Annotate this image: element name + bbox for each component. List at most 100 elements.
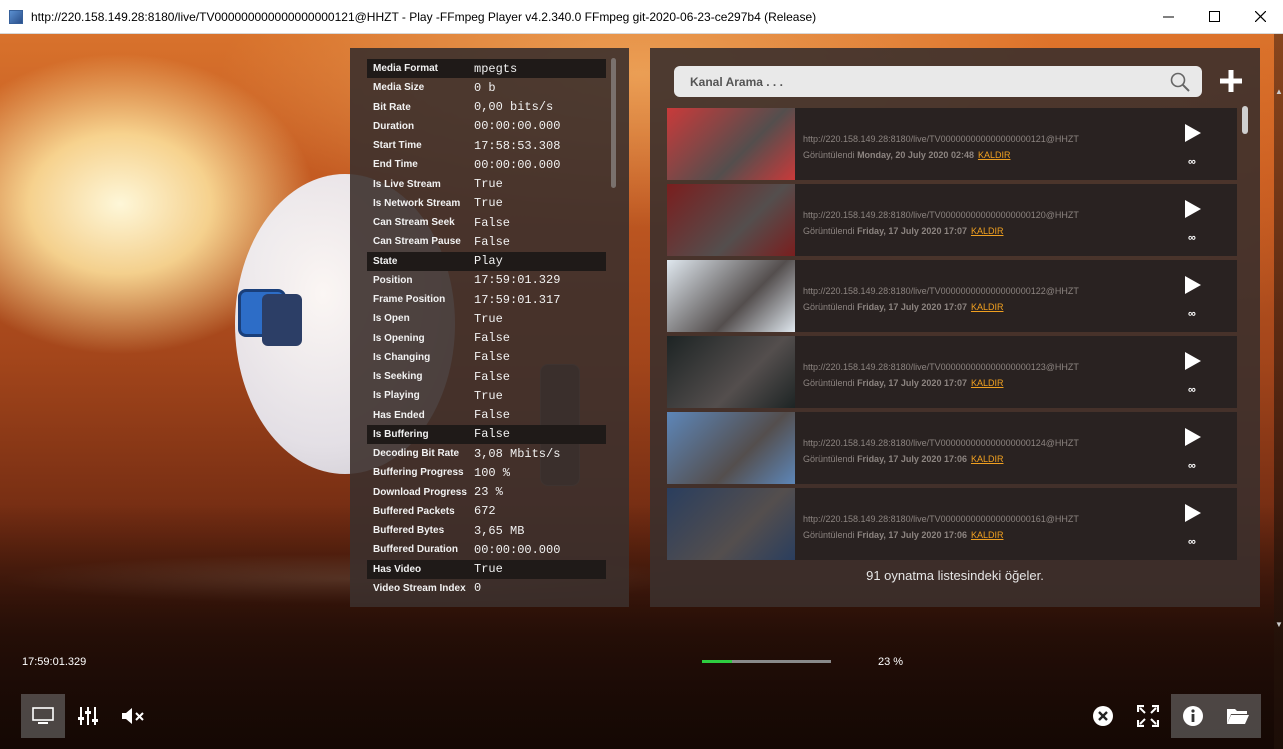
playlist-thumbnail[interactable] [667, 412, 795, 484]
info-label: Position [373, 274, 413, 286]
info-value: False [474, 369, 511, 384]
playlist-item-meta: Görüntülendi Friday, 17 July 2020 17:07 K… [803, 226, 1003, 236]
equalizer-button[interactable] [66, 694, 110, 738]
remove-link[interactable]: KALDIR [978, 150, 1011, 160]
info-row: Has Video True [367, 559, 606, 579]
play-icon[interactable] [1185, 428, 1201, 446]
info-label: Is Opening [373, 332, 425, 344]
info-row: Is Buffering False [367, 424, 606, 444]
info-label: Frame Position [373, 294, 446, 305]
play-icon[interactable] [1185, 352, 1201, 370]
info-row: Can Stream Seek False [367, 213, 606, 232]
info-value: True [474, 177, 503, 191]
playlist-item[interactable]: http://220.158.149.28:8180/live/TV000000… [667, 412, 1237, 484]
playlist-thumbnail[interactable] [667, 488, 795, 560]
minimize-icon [1162, 16, 1174, 18]
remove-link[interactable]: KALDIR [971, 454, 1004, 464]
info-row: Is Opening False [367, 329, 606, 348]
download-progress-label: 23 % [878, 656, 904, 668]
window-controls [1145, 0, 1283, 33]
scroll-up-arrow-icon[interactable]: ▲ [1275, 87, 1283, 96]
info-label: State [373, 255, 398, 267]
mute-icon [122, 708, 144, 724]
playlist-item-meta: Görüntülendi Friday, 17 July 2020 17:07 K… [803, 302, 1003, 312]
info-row: Can Stream Pause False [367, 232, 606, 251]
window-title: http://220.158.149.28:8180/live/TV000000… [31, 9, 817, 24]
playlist-thumbnail[interactable] [667, 260, 795, 332]
search-icon[interactable] [1170, 72, 1190, 92]
info-row: Buffered Duration 00:00:00.000 [367, 540, 606, 559]
remove-link[interactable]: KALDIR [971, 302, 1004, 312]
close-button[interactable] [1237, 0, 1283, 33]
playlist-scrollbar[interactable] [1242, 106, 1248, 134]
plus-icon[interactable] [1219, 69, 1243, 93]
info-row: Buffering Progress 100 % [367, 463, 606, 482]
playlist-item[interactable]: http://220.158.149.28:8180/live/TV000000… [667, 108, 1237, 180]
info-label: Media Format [373, 63, 439, 74]
info-label: Can Stream Seek [373, 217, 455, 228]
info-label: Is Seeking [373, 371, 423, 382]
info-value: 100 % [474, 465, 511, 480]
channel-search-input[interactable] [688, 73, 1162, 90]
info-label: Is Buffering [373, 428, 429, 440]
infinity-icon: ∞ [1188, 384, 1196, 396]
info-value: 00:00:00.000 [474, 157, 561, 172]
play-icon[interactable] [1185, 124, 1201, 142]
current-time: 17:59:01.329 [22, 656, 87, 668]
viewed-date: Friday, 17 July 2020 17:07 [857, 226, 967, 236]
info-button[interactable] [1171, 694, 1215, 738]
playlist-item[interactable]: http://220.158.149.28:8180/live/TV000000… [667, 184, 1237, 256]
info-label: Can Stream Pause [373, 236, 461, 248]
info-value: False [474, 331, 511, 345]
play-icon[interactable] [1185, 200, 1201, 218]
info-value: 00:00:00.000 [474, 119, 561, 134]
maximize-button[interactable] [1191, 0, 1237, 33]
mute-button[interactable] [111, 694, 155, 738]
playlist-item[interactable]: http://220.158.149.28:8180/live/TV000000… [667, 260, 1237, 332]
playlist-item-meta: Görüntülendi Friday, 17 July 2020 17:07 K… [803, 378, 1003, 388]
play-icon[interactable] [1185, 276, 1201, 294]
info-row: Video Stream Index 0 [367, 579, 606, 598]
viewed-label: Görüntülendi [803, 302, 855, 312]
info-row: Is Playing True [367, 386, 606, 405]
info-row: Frame Position 17:59:01.317 [367, 290, 606, 309]
stop-button[interactable] [1081, 694, 1125, 738]
info-label: Is Network Stream [373, 197, 461, 209]
info-label: Has Video [373, 563, 422, 575]
playlist-item-url: http://220.158.149.28:8180/live/TV000000… [803, 438, 1079, 448]
viewed-label: Görüntülendi [803, 226, 855, 236]
viewed-label: Görüntülendi [803, 378, 855, 388]
play-icon[interactable] [1185, 504, 1201, 522]
remove-link[interactable]: KALDIR [971, 378, 1004, 388]
viewed-date: Monday, 20 July 2020 02:48 [857, 150, 974, 160]
playlist-thumbnail[interactable] [667, 184, 795, 256]
info-value: 0 [474, 581, 482, 596]
info-scrollbar[interactable] [611, 58, 616, 188]
playlist-thumbnail[interactable] [667, 336, 795, 408]
infinity-icon: ∞ [1188, 156, 1196, 168]
info-label: Bit Rate [373, 101, 411, 113]
scroll-down-arrow-icon[interactable]: ▼ [1275, 620, 1283, 629]
info-row: Download Progress 23 % [367, 483, 606, 502]
info-value: True [474, 388, 503, 403]
info-label: Start Time [373, 140, 422, 151]
info-label: Is Changing [373, 351, 431, 363]
info-value: 0 b [474, 80, 496, 95]
playlist-item[interactable]: http://220.158.149.28:8180/live/TV000000… [667, 488, 1237, 560]
minimize-button[interactable] [1145, 0, 1191, 33]
info-value: False [474, 350, 511, 365]
display-button[interactable] [21, 694, 65, 738]
playlist-item[interactable]: http://220.158.149.28:8180/live/TV000000… [667, 336, 1237, 408]
infinity-icon: ∞ [1188, 232, 1196, 244]
open-folder-button[interactable] [1216, 694, 1260, 738]
remove-link[interactable]: KALDIR [971, 530, 1004, 540]
remove-link[interactable]: KALDIR [971, 226, 1004, 236]
download-progress-fill [702, 660, 732, 663]
close-icon [1254, 11, 1266, 22]
info-row: Position 17:59:01.329 [367, 271, 606, 290]
info-row: Decoding Bit Rate 3,08 Mbits/s [367, 444, 606, 463]
viewed-date: Friday, 17 July 2020 17:07 [857, 302, 967, 312]
playlist-thumbnail[interactable] [667, 108, 795, 180]
info-label: Buffered Duration [373, 544, 458, 556]
fullscreen-button[interactable] [1126, 694, 1170, 738]
